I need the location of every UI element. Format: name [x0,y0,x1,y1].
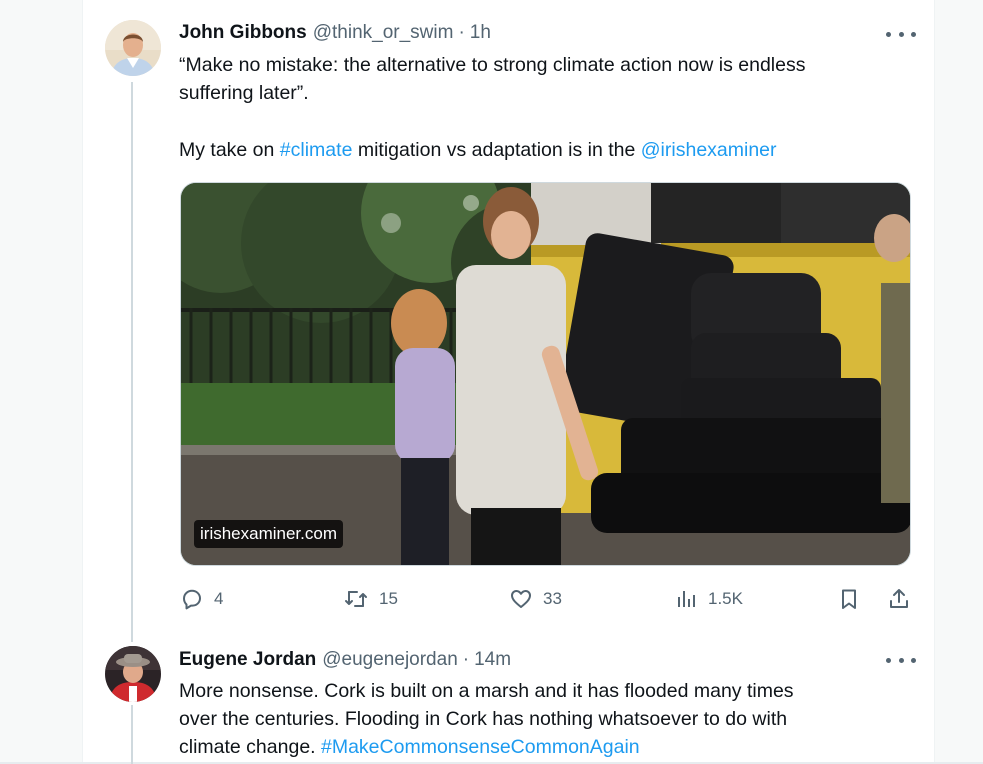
tweet-text-line: “Make no mistake: the alternative to str… [179,54,806,76]
tweet-text-line: More nonsense. Cork is built on a marsh … [179,680,794,702]
repost-count: 15 [379,589,398,608]
thread-connector-line [131,82,133,642]
separator-dot: · [458,22,465,43]
repost-button[interactable]: 15 [343,584,398,614]
tweet-header: Eugene Jordan @eugenejordan · 14m [179,649,511,671]
tweet-header: John Gibbons @think_or_swim · 1h [179,22,491,44]
repost-icon [345,591,367,607]
link-card-image[interactable] [180,182,911,566]
user-handle[interactable]: @think_or_swim [313,22,454,44]
reply-count: 4 [214,589,224,608]
hashtag-link[interactable]: #climate [280,139,353,161]
display-name[interactable]: Eugene Jordan [179,649,316,671]
tweet-text-segment: mitigation vs adaptation is in the [352,139,641,161]
tweet-text-segment: My take on [179,139,280,161]
views-button[interactable]: 1.5K [674,584,743,614]
bookmark-button[interactable] [837,584,861,614]
timestamp[interactable]: 14m [474,649,511,671]
avatar-john-gibbons[interactable] [105,20,161,76]
left-gutter [0,0,82,764]
like-button[interactable]: 33 [509,584,562,614]
separator-dot: · [462,649,470,670]
reply-button[interactable]: 4 [180,584,223,614]
display-name[interactable]: John Gibbons [179,22,307,44]
user-handle[interactable]: @eugenejordan [322,649,458,671]
tweet-text-line-with-hashtag: climate change. #MakeCommonsenseCommonAg… [179,733,794,761]
tweet-text: “Make no mistake: the alternative to str… [179,51,805,107]
share-button[interactable] [887,584,911,614]
avatar-eugene-jordan[interactable] [105,646,161,702]
like-count: 33 [543,589,562,608]
thread-connector-line-lower [131,705,133,764]
tweet-text-paragraph: My take on #climate mitigation vs adapta… [179,136,777,164]
bookmark-icon [842,589,856,609]
mention-link[interactable]: @irishexaminer [641,139,777,161]
timestamp[interactable]: 1h [470,22,491,44]
tweet-text-line: suffering later”. [179,82,309,104]
hashtag-link[interactable]: #MakeCommonsenseCommonAgain [321,736,640,758]
views-icon [678,591,695,607]
tweet-text: More nonsense. Cork is built on a marsh … [179,677,794,761]
tweet-text-segment: climate change. [179,736,321,758]
more-icon[interactable] [886,24,916,44]
photo-people-carrying-sofa [181,183,910,565]
tweet-actions-bar: 4 15 33 1.5K [0,584,983,614]
views-count: 1.5K [708,589,743,608]
reply-icon [183,589,201,610]
more-icon[interactable] [886,650,916,670]
right-gutter [935,0,983,764]
heart-icon [511,590,531,608]
tweet-text-line: over the centuries. Flooding in Cork has… [179,708,788,730]
link-domain-label[interactable]: irishexaminer.com [194,520,343,548]
share-icon [890,589,908,608]
